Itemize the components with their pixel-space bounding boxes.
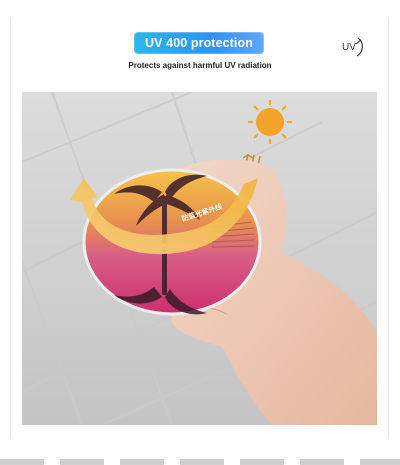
strip-segment xyxy=(300,459,344,465)
uv-protection-badge: UV 400 protection xyxy=(134,32,264,54)
strip-segment xyxy=(180,459,224,465)
uv-logo-icon: UV xyxy=(342,34,366,58)
subtitle: Protects against harmful UV radiation xyxy=(128,61,272,70)
strip-segment xyxy=(360,459,400,465)
strip-segment xyxy=(0,459,44,465)
strip-segment xyxy=(240,459,284,465)
bottom-strip xyxy=(0,459,400,465)
badge-text: UV 400 protection xyxy=(145,36,253,50)
svg-text:UV: UV xyxy=(342,42,356,53)
right-border xyxy=(388,18,389,438)
product-photo xyxy=(22,92,377,425)
strip-segment xyxy=(60,459,104,465)
left-border xyxy=(10,18,11,438)
strip-segment xyxy=(120,459,164,465)
